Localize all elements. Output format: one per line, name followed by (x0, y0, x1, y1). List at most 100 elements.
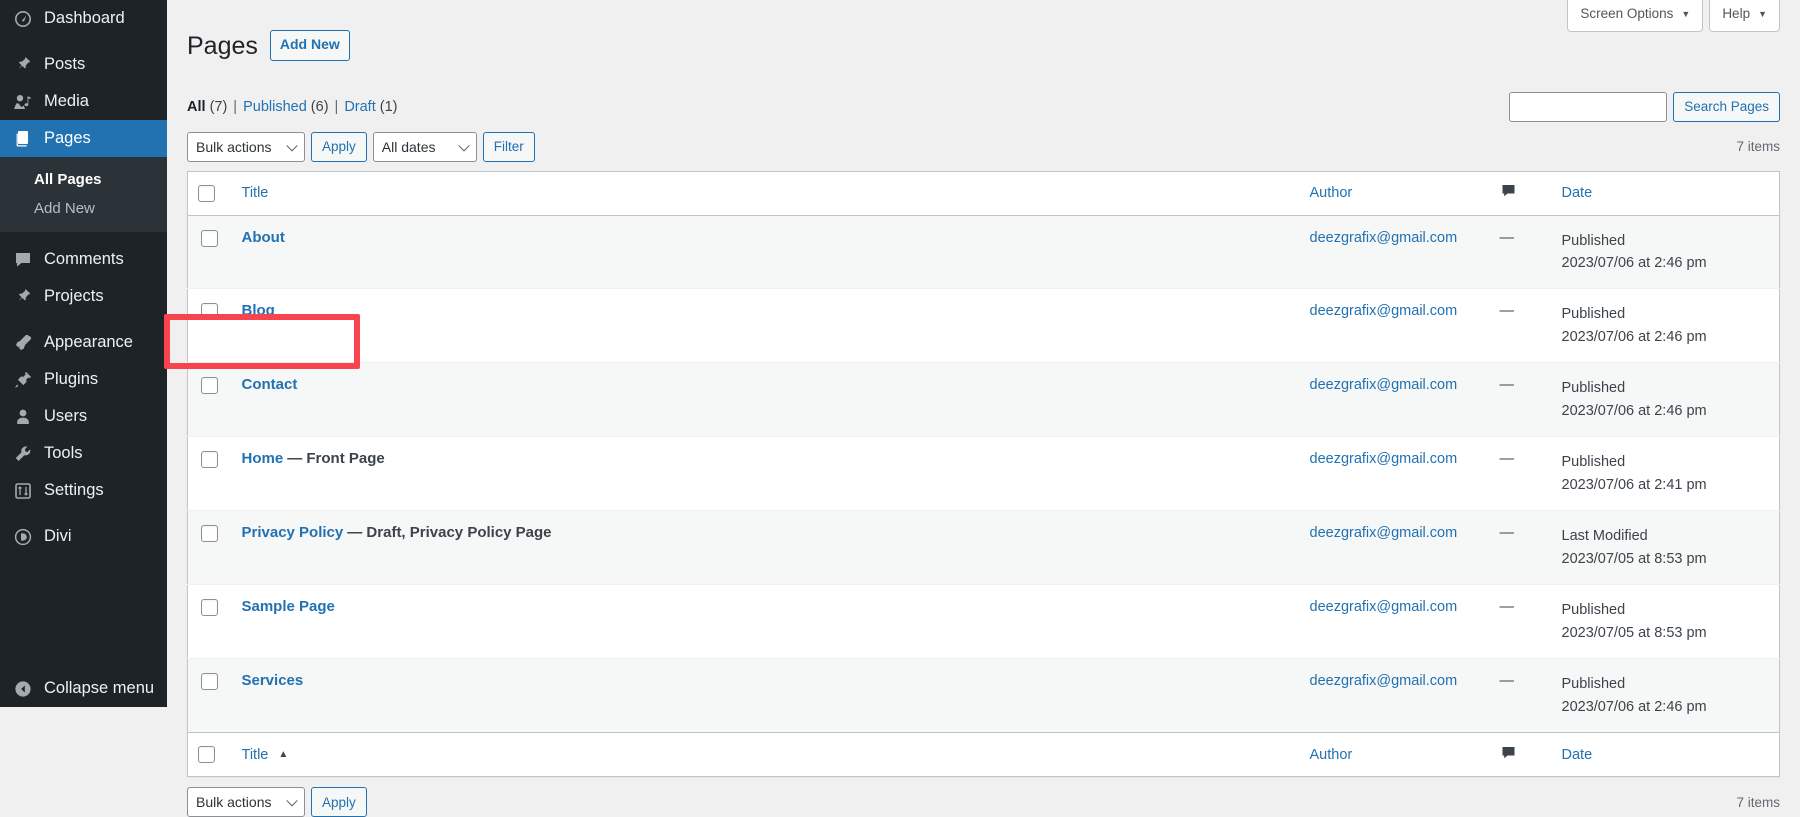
column-header-comments[interactable] (1489, 171, 1552, 216)
column-footer-title[interactable]: Title ▲ (231, 732, 1300, 777)
table-row: About deezgrafix@gmail.com — Published 2… (187, 215, 1780, 289)
sidebar-subitem-all-pages[interactable]: All Pages (0, 165, 167, 194)
add-new-button[interactable]: Add New (269, 30, 350, 62)
filter-published-label: Published (243, 98, 307, 115)
sidebar-subitem-label: All Pages (34, 171, 102, 188)
bulk-actions-select-top[interactable]: Bulk actions (187, 131, 305, 162)
column-title-label: Title (241, 185, 269, 201)
tablenav-bottom-actions: Bulk actions Apply (187, 787, 367, 817)
search-box: Search Pages (1509, 91, 1780, 122)
author-link[interactable]: deezgrafix@gmail.com (1310, 525, 1458, 541)
row-select-checkbox[interactable] (201, 303, 218, 321)
filter-link-draft[interactable]: Draft (1) (344, 99, 397, 115)
row-select-checkbox[interactable] (201, 377, 218, 395)
column-date-label: Date (1561, 746, 1593, 763)
sidebar-item-appearance[interactable]: Appearance (0, 324, 167, 361)
author-link[interactable]: deezgrafix@gmail.com (1310, 230, 1458, 246)
brush-icon (12, 332, 34, 354)
sidebar-item-projects[interactable]: Projects (0, 278, 167, 315)
column-header-title[interactable]: Title (231, 171, 1300, 216)
date-value: 2023/07/06 at 2:46 pm (1561, 402, 1707, 419)
comments-count: — (1499, 229, 1515, 246)
search-pages-button[interactable]: Search Pages (1673, 91, 1780, 122)
date-value: 2023/07/05 at 8:53 pm (1561, 550, 1707, 567)
sidebar-item-divi[interactable]: Divi (0, 518, 167, 555)
sidebar-item-label: Comments (44, 250, 124, 268)
sidebar-subitem-add-new[interactable]: Add New (0, 194, 167, 223)
date-filter-select[interactable]: All dates (372, 131, 477, 162)
author-link[interactable]: deezgrafix@gmail.com (1310, 599, 1458, 615)
sidebar-item-comments[interactable]: Comments (0, 241, 167, 278)
page-title-link[interactable]: Privacy Policy (242, 524, 344, 541)
sidebar-collapse-menu[interactable]: Collapse menu (0, 670, 167, 707)
table-header-row: Title Author Date (187, 171, 1780, 216)
sidebar-item-tools[interactable]: Tools (0, 435, 167, 472)
column-header-date[interactable]: Date (1551, 171, 1780, 216)
row-comments-cell: — (1489, 510, 1552, 585)
row-select-checkbox[interactable] (201, 599, 218, 617)
sidebar-separator (0, 37, 167, 46)
sidebar-item-plugins[interactable]: Plugins (0, 361, 167, 398)
row-select-checkbox[interactable] (201, 229, 218, 247)
chevron-down-icon (286, 139, 298, 151)
table-row: Contact deezgrafix@gmail.com — Published… (187, 362, 1780, 437)
sidebar-item-media[interactable]: Media (0, 83, 167, 120)
page-title-link[interactable]: About (242, 229, 285, 246)
sliders-icon (12, 480, 34, 502)
sidebar-item-settings[interactable]: Settings (0, 472, 167, 509)
comments-count: — (1499, 525, 1515, 542)
divi-icon (12, 526, 34, 548)
apply-button-top[interactable]: Apply (311, 131, 367, 162)
row-select-checkbox[interactable] (201, 525, 218, 543)
sidebar-item-pages[interactable]: Pages (0, 120, 167, 157)
date-status: Published (1561, 380, 1626, 397)
comments-count: — (1499, 599, 1515, 616)
page-title-link[interactable]: Services (242, 672, 304, 689)
tablenav-top-actions: Bulk actions Apply All dates Filter (187, 131, 535, 162)
row-title-cell: Privacy Policy — Draft, Privacy Policy P… (231, 510, 1300, 585)
column-footer-comments[interactable] (1489, 732, 1552, 777)
page-title-link[interactable]: Blog (242, 302, 275, 319)
sidebar-item-users[interactable]: Users (0, 398, 167, 435)
row-title-cell: Home — Front Page (231, 436, 1300, 511)
wordpress-admin-screen: Dashboard Posts Media Pages All Pages Ad… (0, 0, 1800, 817)
filter-all-label: All (187, 98, 206, 115)
row-date-cell: Last Modified 2023/07/05 at 8:53 pm (1551, 510, 1780, 585)
filter-button[interactable]: Filter (482, 131, 535, 162)
select-all-header (187, 171, 232, 216)
row-select-checkbox[interactable] (201, 673, 218, 691)
sidebar-item-label: Divi (44, 527, 72, 545)
apply-button-bottom[interactable]: Apply (311, 787, 367, 817)
row-select-checkbox[interactable] (201, 451, 218, 469)
items-count-bottom: 7 items (1736, 794, 1780, 810)
help-button[interactable]: Help ▼ (1709, 0, 1780, 32)
filter-link-all[interactable]: All (7) (187, 99, 227, 115)
page-title-link[interactable]: Home (242, 450, 284, 467)
sidebar-item-posts[interactable]: Posts (0, 46, 167, 83)
all-dates-label: All dates (381, 138, 436, 155)
row-date-cell: Published 2023/07/06 at 2:41 pm (1551, 436, 1780, 511)
column-date-label: Date (1561, 185, 1593, 201)
row-checkbox-cell (187, 288, 232, 363)
sidebar-item-dashboard[interactable]: Dashboard (0, 0, 167, 37)
screen-options-button[interactable]: Screen Options ▼ (1567, 0, 1704, 32)
author-link[interactable]: deezgrafix@gmail.com (1310, 377, 1458, 393)
sidebar-item-label: Plugins (44, 370, 99, 388)
author-link[interactable]: deezgrafix@gmail.com (1310, 303, 1458, 319)
select-all-checkbox-top[interactable] (198, 184, 215, 202)
author-link[interactable]: deezgrafix@gmail.com (1310, 451, 1458, 467)
row-checkbox-cell (187, 658, 232, 733)
date-status: Last Modified (1561, 528, 1648, 545)
column-title-label: Title (241, 746, 269, 763)
bulk-actions-select-bottom[interactable]: Bulk actions (187, 787, 305, 817)
select-all-checkbox-bottom[interactable] (198, 746, 215, 764)
row-date-cell: Published 2023/07/06 at 2:46 pm (1551, 215, 1780, 289)
row-author-cell: deezgrafix@gmail.com (1299, 436, 1490, 511)
search-input[interactable] (1509, 91, 1668, 122)
filter-link-published[interactable]: Published (6) (243, 99, 328, 115)
author-link[interactable]: deezgrafix@gmail.com (1310, 673, 1458, 689)
column-footer-date[interactable]: Date (1551, 732, 1780, 777)
page-title-link[interactable]: Sample Page (242, 598, 335, 615)
filter-and-search-row: All (7) | Published (6) | Draft (1) Sear… (187, 91, 1780, 122)
page-title-link[interactable]: Contact (242, 376, 298, 393)
